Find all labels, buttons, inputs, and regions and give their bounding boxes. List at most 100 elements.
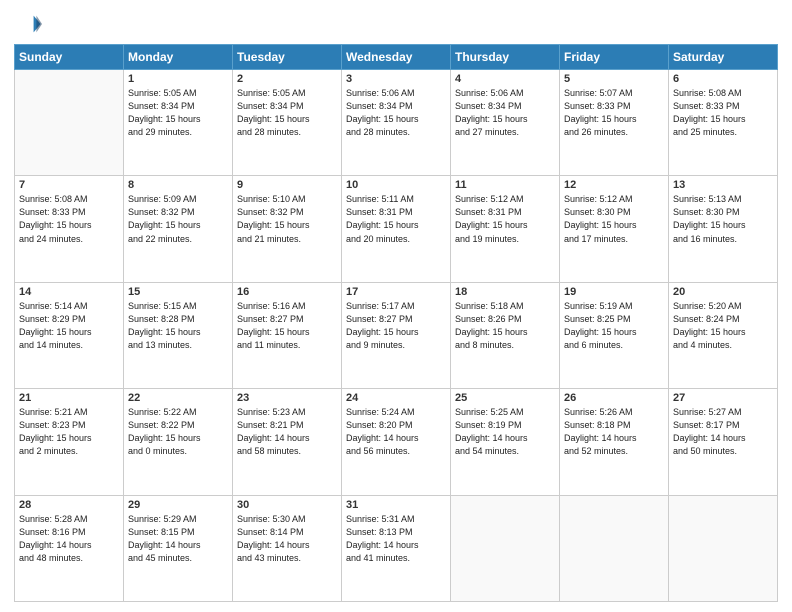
- day-info: Sunrise: 5:08 AM Sunset: 8:33 PM Dayligh…: [673, 87, 773, 139]
- day-number: 23: [237, 392, 337, 404]
- day-number: 27: [673, 392, 773, 404]
- day-number: 16: [237, 286, 337, 298]
- calendar-day-cell: [560, 495, 669, 601]
- day-info: Sunrise: 5:25 AM Sunset: 8:19 PM Dayligh…: [455, 406, 555, 458]
- calendar-week-row: 14 Sunrise: 5:14 AM Sunset: 8:29 PM Dayl…: [15, 282, 778, 388]
- calendar-day-cell: 17 Sunrise: 5:17 AM Sunset: 8:27 PM Dayl…: [342, 282, 451, 388]
- day-number: 28: [19, 499, 119, 511]
- day-info: Sunrise: 5:29 AM Sunset: 8:15 PM Dayligh…: [128, 513, 228, 565]
- calendar-day-cell: 14 Sunrise: 5:14 AM Sunset: 8:29 PM Dayl…: [15, 282, 124, 388]
- calendar-day-cell: 12 Sunrise: 5:12 AM Sunset: 8:30 PM Dayl…: [560, 176, 669, 282]
- day-number: 19: [564, 286, 664, 298]
- calendar-day-cell: 29 Sunrise: 5:29 AM Sunset: 8:15 PM Dayl…: [124, 495, 233, 601]
- calendar-day-cell: [451, 495, 560, 601]
- col-friday: Friday: [560, 45, 669, 70]
- calendar-day-cell: 18 Sunrise: 5:18 AM Sunset: 8:26 PM Dayl…: [451, 282, 560, 388]
- col-saturday: Saturday: [669, 45, 778, 70]
- day-number: 12: [564, 179, 664, 191]
- day-number: 22: [128, 392, 228, 404]
- day-number: 20: [673, 286, 773, 298]
- calendar-day-cell: 7 Sunrise: 5:08 AM Sunset: 8:33 PM Dayli…: [15, 176, 124, 282]
- day-number: 10: [346, 179, 446, 191]
- col-thursday: Thursday: [451, 45, 560, 70]
- day-info: Sunrise: 5:27 AM Sunset: 8:17 PM Dayligh…: [673, 406, 773, 458]
- day-number: 9: [237, 179, 337, 191]
- calendar-day-cell: 2 Sunrise: 5:05 AM Sunset: 8:34 PM Dayli…: [233, 70, 342, 176]
- calendar-day-cell: 19 Sunrise: 5:19 AM Sunset: 8:25 PM Dayl…: [560, 282, 669, 388]
- day-info: Sunrise: 5:31 AM Sunset: 8:13 PM Dayligh…: [346, 513, 446, 565]
- day-number: 15: [128, 286, 228, 298]
- calendar-day-cell: 10 Sunrise: 5:11 AM Sunset: 8:31 PM Dayl…: [342, 176, 451, 282]
- day-info: Sunrise: 5:19 AM Sunset: 8:25 PM Dayligh…: [564, 300, 664, 352]
- day-number: 29: [128, 499, 228, 511]
- calendar-day-cell: 24 Sunrise: 5:24 AM Sunset: 8:20 PM Dayl…: [342, 389, 451, 495]
- col-monday: Monday: [124, 45, 233, 70]
- day-info: Sunrise: 5:21 AM Sunset: 8:23 PM Dayligh…: [19, 406, 119, 458]
- calendar-day-cell: 3 Sunrise: 5:06 AM Sunset: 8:34 PM Dayli…: [342, 70, 451, 176]
- page: Sunday Monday Tuesday Wednesday Thursday…: [0, 0, 792, 612]
- day-number: 21: [19, 392, 119, 404]
- day-info: Sunrise: 5:24 AM Sunset: 8:20 PM Dayligh…: [346, 406, 446, 458]
- day-number: 11: [455, 179, 555, 191]
- calendar-day-cell: 9 Sunrise: 5:10 AM Sunset: 8:32 PM Dayli…: [233, 176, 342, 282]
- calendar-day-cell: [15, 70, 124, 176]
- calendar-day-cell: 21 Sunrise: 5:21 AM Sunset: 8:23 PM Dayl…: [15, 389, 124, 495]
- header: [14, 10, 778, 38]
- col-wednesday: Wednesday: [342, 45, 451, 70]
- day-info: Sunrise: 5:23 AM Sunset: 8:21 PM Dayligh…: [237, 406, 337, 458]
- calendar-day-cell: 6 Sunrise: 5:08 AM Sunset: 8:33 PM Dayli…: [669, 70, 778, 176]
- calendar-week-row: 21 Sunrise: 5:21 AM Sunset: 8:23 PM Dayl…: [15, 389, 778, 495]
- logo: [14, 10, 46, 38]
- day-info: Sunrise: 5:30 AM Sunset: 8:14 PM Dayligh…: [237, 513, 337, 565]
- calendar-day-cell: 26 Sunrise: 5:26 AM Sunset: 8:18 PM Dayl…: [560, 389, 669, 495]
- calendar-day-cell: 27 Sunrise: 5:27 AM Sunset: 8:17 PM Dayl…: [669, 389, 778, 495]
- day-number: 7: [19, 179, 119, 191]
- calendar-day-cell: 13 Sunrise: 5:13 AM Sunset: 8:30 PM Dayl…: [669, 176, 778, 282]
- calendar-day-cell: 11 Sunrise: 5:12 AM Sunset: 8:31 PM Dayl…: [451, 176, 560, 282]
- calendar-day-cell: 23 Sunrise: 5:23 AM Sunset: 8:21 PM Dayl…: [233, 389, 342, 495]
- day-info: Sunrise: 5:22 AM Sunset: 8:22 PM Dayligh…: [128, 406, 228, 458]
- calendar-week-row: 7 Sunrise: 5:08 AM Sunset: 8:33 PM Dayli…: [15, 176, 778, 282]
- calendar-week-row: 28 Sunrise: 5:28 AM Sunset: 8:16 PM Dayl…: [15, 495, 778, 601]
- day-number: 6: [673, 73, 773, 85]
- day-number: 17: [346, 286, 446, 298]
- day-info: Sunrise: 5:09 AM Sunset: 8:32 PM Dayligh…: [128, 193, 228, 245]
- day-number: 4: [455, 73, 555, 85]
- day-number: 14: [19, 286, 119, 298]
- calendar-day-cell: 25 Sunrise: 5:25 AM Sunset: 8:19 PM Dayl…: [451, 389, 560, 495]
- col-sunday: Sunday: [15, 45, 124, 70]
- day-number: 2: [237, 73, 337, 85]
- day-number: 5: [564, 73, 664, 85]
- calendar-day-cell: 1 Sunrise: 5:05 AM Sunset: 8:34 PM Dayli…: [124, 70, 233, 176]
- calendar-day-cell: 15 Sunrise: 5:15 AM Sunset: 8:28 PM Dayl…: [124, 282, 233, 388]
- day-info: Sunrise: 5:08 AM Sunset: 8:33 PM Dayligh…: [19, 193, 119, 245]
- calendar-day-cell: 16 Sunrise: 5:16 AM Sunset: 8:27 PM Dayl…: [233, 282, 342, 388]
- day-info: Sunrise: 5:07 AM Sunset: 8:33 PM Dayligh…: [564, 87, 664, 139]
- day-info: Sunrise: 5:15 AM Sunset: 8:28 PM Dayligh…: [128, 300, 228, 352]
- day-number: 1: [128, 73, 228, 85]
- day-info: Sunrise: 5:11 AM Sunset: 8:31 PM Dayligh…: [346, 193, 446, 245]
- day-info: Sunrise: 5:05 AM Sunset: 8:34 PM Dayligh…: [128, 87, 228, 139]
- day-info: Sunrise: 5:16 AM Sunset: 8:27 PM Dayligh…: [237, 300, 337, 352]
- day-info: Sunrise: 5:12 AM Sunset: 8:30 PM Dayligh…: [564, 193, 664, 245]
- calendar-day-cell: 28 Sunrise: 5:28 AM Sunset: 8:16 PM Dayl…: [15, 495, 124, 601]
- day-number: 30: [237, 499, 337, 511]
- calendar-day-cell: 22 Sunrise: 5:22 AM Sunset: 8:22 PM Dayl…: [124, 389, 233, 495]
- day-number: 3: [346, 73, 446, 85]
- col-tuesday: Tuesday: [233, 45, 342, 70]
- day-info: Sunrise: 5:06 AM Sunset: 8:34 PM Dayligh…: [346, 87, 446, 139]
- day-number: 25: [455, 392, 555, 404]
- day-info: Sunrise: 5:10 AM Sunset: 8:32 PM Dayligh…: [237, 193, 337, 245]
- day-info: Sunrise: 5:06 AM Sunset: 8:34 PM Dayligh…: [455, 87, 555, 139]
- logo-icon: [14, 10, 42, 38]
- day-info: Sunrise: 5:13 AM Sunset: 8:30 PM Dayligh…: [673, 193, 773, 245]
- day-info: Sunrise: 5:28 AM Sunset: 8:16 PM Dayligh…: [19, 513, 119, 565]
- calendar-day-cell: 30 Sunrise: 5:30 AM Sunset: 8:14 PM Dayl…: [233, 495, 342, 601]
- calendar-day-cell: 8 Sunrise: 5:09 AM Sunset: 8:32 PM Dayli…: [124, 176, 233, 282]
- calendar-header-row: Sunday Monday Tuesday Wednesday Thursday…: [15, 45, 778, 70]
- calendar-table: Sunday Monday Tuesday Wednesday Thursday…: [14, 44, 778, 602]
- calendar-day-cell: 31 Sunrise: 5:31 AM Sunset: 8:13 PM Dayl…: [342, 495, 451, 601]
- calendar-day-cell: 4 Sunrise: 5:06 AM Sunset: 8:34 PM Dayli…: [451, 70, 560, 176]
- day-number: 31: [346, 499, 446, 511]
- day-info: Sunrise: 5:14 AM Sunset: 8:29 PM Dayligh…: [19, 300, 119, 352]
